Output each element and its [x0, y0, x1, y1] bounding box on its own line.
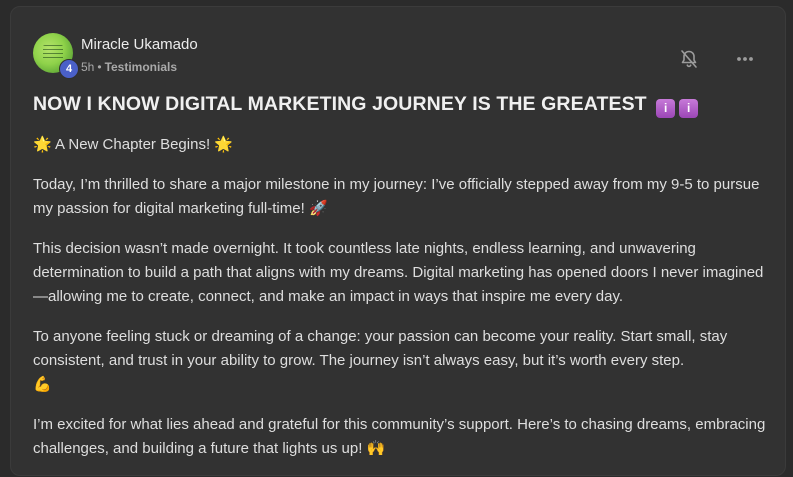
author-avatar-wrapper[interactable]: 4 — [33, 33, 79, 79]
flexed-biceps-emoji-icon: 💪 — [33, 376, 52, 393]
post-subtitle: 🌟 A New Chapter Begins! 🌟 — [33, 133, 777, 157]
rocket-emoji-icon: 🚀 — [308, 200, 328, 217]
paragraph-text: Today, I’m thrilled to share a major mil… — [33, 176, 760, 217]
paragraph-text: I’m excited for what lies ahead and grat… — [33, 416, 766, 457]
post-header: 4 Miracle Ukamado 5h • Testimonials — [33, 33, 773, 81]
meta-separator: • — [97, 60, 102, 74]
post-title: NOW I KNOW DIGITAL MARKETING JOURNEY IS … — [33, 93, 773, 118]
paragraph: To anyone feeling stuck or dreaming of a… — [33, 325, 777, 397]
raising-hands-emoji-icon: 🙌 — [366, 440, 386, 457]
subtitle-text: A New Chapter Begins! — [55, 136, 211, 153]
post-actions — [677, 47, 757, 71]
information-emoji-icon: i — [656, 99, 676, 118]
paragraph: Today, I’m thrilled to share a major mil… — [33, 173, 777, 221]
author-name[interactable]: Miracle Ukamado — [81, 36, 198, 53]
paragraph-text: To anyone feeling stuck or dreaming of a… — [33, 328, 728, 369]
bell-off-icon[interactable] — [677, 47, 701, 71]
star-emoji-icon: 🌟 — [33, 136, 52, 153]
post-card: 4 Miracle Ukamado 5h • Testimonials NOW … — [10, 6, 786, 476]
paragraph-text: This decision wasn’t made overnight. It … — [33, 240, 764, 305]
post-meta: 5h • Testimonials — [81, 60, 177, 74]
information-emoji-icon: i — [679, 99, 699, 118]
paragraph: This decision wasn’t made overnight. It … — [33, 237, 777, 309]
post-title-text: NOW I KNOW DIGITAL MARKETING JOURNEY IS … — [33, 93, 647, 115]
star-emoji-icon: 🌟 — [214, 136, 233, 153]
paragraph: I’m excited for what lies ahead and grat… — [33, 413, 777, 461]
post-time[interactable]: 5h — [81, 60, 94, 74]
more-horizontal-icon[interactable] — [733, 47, 757, 71]
avatar-image — [43, 45, 63, 61]
level-badge: 4 — [59, 59, 79, 79]
post-body: 🌟 A New Chapter Begins! 🌟 Today, I’m thr… — [33, 133, 777, 477]
post-category[interactable]: Testimonials — [105, 60, 177, 74]
